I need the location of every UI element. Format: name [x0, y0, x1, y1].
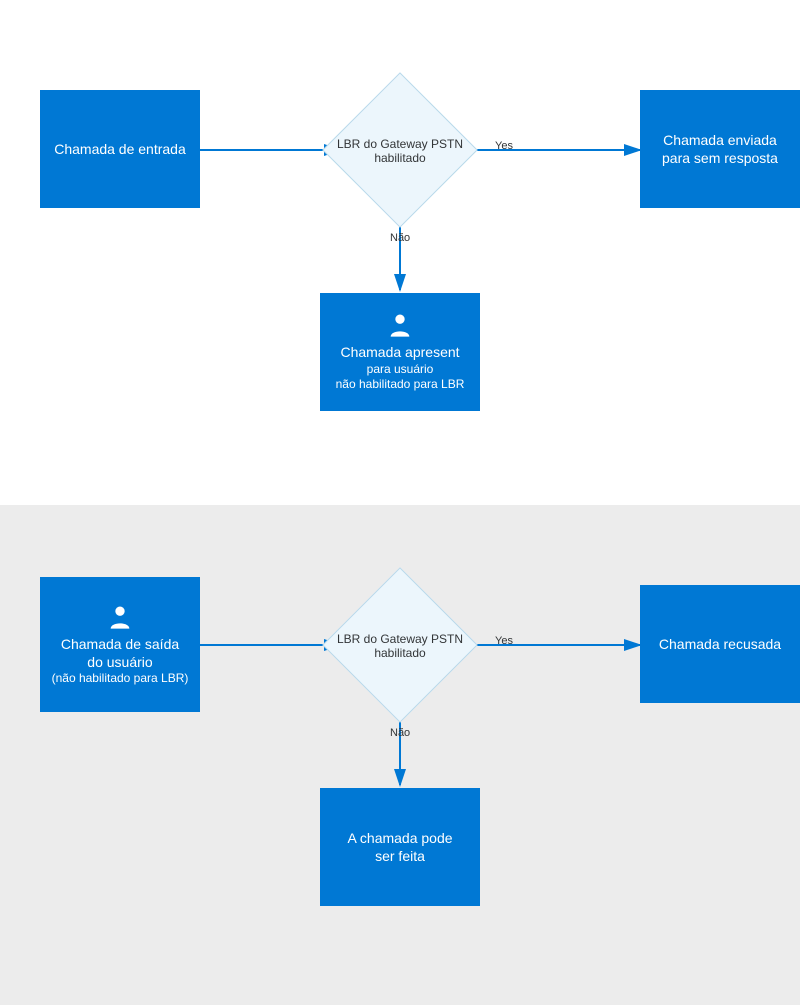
edge-no-bottom: Não [390, 727, 410, 739]
label: Chamada recusada [659, 635, 781, 653]
label-line2: do usuário [87, 653, 152, 671]
node-presented-user: Chamada apresent para usuário não habili… [320, 293, 480, 411]
panel-incoming: Chamada de entrada LBR do Gateway PSTN h… [0, 0, 800, 505]
label: Chamada de entrada [54, 140, 186, 158]
node-outgoing-user: Chamada de saída do usuário (não habilit… [40, 577, 200, 712]
node-incoming-call: Chamada de entrada [40, 90, 200, 208]
label-line2: ser feita [375, 847, 425, 865]
edge-yes-top: Yes [495, 140, 513, 152]
label-line1: A chamada pode [347, 829, 452, 847]
node-call-can-be-made: A chamada pode ser feita [320, 788, 480, 906]
label-line1: Chamada de saída [61, 635, 179, 653]
label-line3: (não habilitado para LBR) [52, 671, 189, 687]
label-line2: para usuário [367, 362, 434, 378]
node-sent-no-answer: Chamada enviada para sem resposta [640, 90, 800, 208]
label-line1: Chamada apresent [340, 343, 459, 361]
edge-yes-bottom: Yes [495, 635, 513, 647]
decision-lbr-gateway-bottom [322, 567, 478, 723]
edge-no-top: Não [390, 232, 410, 244]
label-line2: para sem resposta [662, 149, 778, 167]
node-call-refused: Chamada recusada [640, 585, 800, 703]
panel-outgoing: Chamada de saída do usuário (não habilit… [0, 505, 800, 1005]
user-icon [106, 603, 134, 631]
user-icon [386, 311, 414, 339]
label-line3: não habilitado para LBR [336, 377, 465, 393]
label-line1: Chamada enviada [663, 131, 777, 149]
decision-lbr-gateway-top [322, 72, 478, 228]
